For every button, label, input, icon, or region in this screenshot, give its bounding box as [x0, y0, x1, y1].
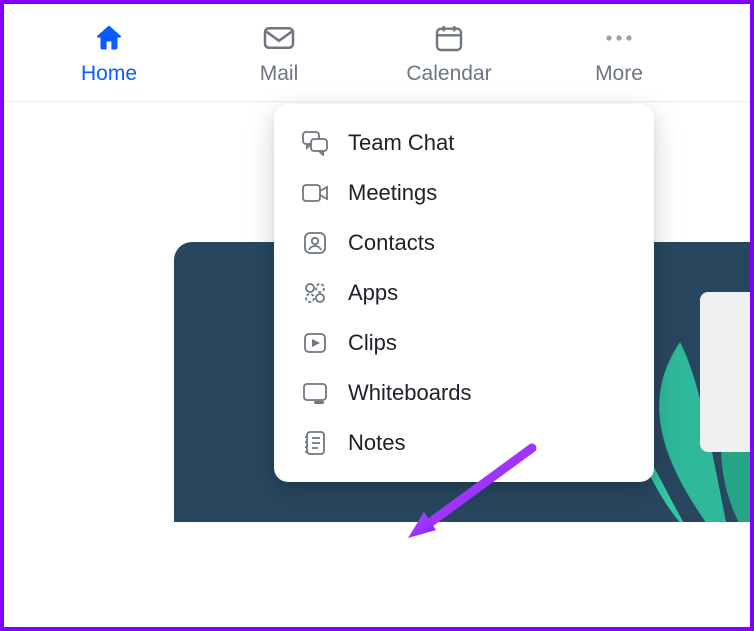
nav-mail[interactable]: Mail	[194, 14, 364, 86]
nav-calendar-label: Calendar	[406, 62, 491, 86]
nav-home[interactable]: Home	[24, 14, 194, 86]
menu-item-label: Meetings	[348, 180, 437, 206]
top-nav: Home Mail Calendar More	[4, 4, 750, 102]
menu-item-label: Contacts	[348, 230, 435, 256]
calendar-icon	[431, 20, 467, 56]
menu-item-label: Notes	[348, 430, 405, 456]
menu-item-label: Whiteboards	[348, 380, 472, 406]
menu-item-notes[interactable]: Notes	[284, 418, 644, 468]
menu-item-clips[interactable]: Clips	[284, 318, 644, 368]
more-menu: Team Chat Meetings Contacts Apps	[274, 104, 654, 482]
menu-item-label: Apps	[348, 280, 398, 306]
chat-icon	[300, 128, 330, 158]
notes-icon	[300, 428, 330, 458]
menu-item-contacts[interactable]: Contacts	[284, 218, 644, 268]
apps-icon	[300, 278, 330, 308]
home-icon	[91, 20, 127, 56]
menu-item-label: Team Chat	[348, 130, 454, 156]
menu-item-whiteboards[interactable]: Whiteboards	[284, 368, 644, 418]
app-window: Home Mail Calendar More	[0, 0, 754, 631]
nav-more-label: More	[595, 62, 643, 86]
video-icon	[300, 178, 330, 208]
contact-icon	[300, 228, 330, 258]
menu-item-team-chat[interactable]: Team Chat	[284, 118, 644, 168]
nav-calendar[interactable]: Calendar	[364, 14, 534, 86]
menu-item-label: Clips	[348, 330, 397, 356]
nav-mail-label: Mail	[260, 62, 299, 86]
more-icon	[601, 20, 637, 56]
whiteboard-icon	[300, 378, 330, 408]
menu-item-meetings[interactable]: Meetings	[284, 168, 644, 218]
menu-item-apps[interactable]: Apps	[284, 268, 644, 318]
nav-home-label: Home	[81, 62, 137, 86]
content-area: Team Chat Meetings Contacts Apps	[4, 102, 750, 627]
clips-icon	[300, 328, 330, 358]
mail-icon	[261, 20, 297, 56]
pot-graphic	[700, 292, 750, 452]
nav-more[interactable]: More	[534, 14, 704, 86]
